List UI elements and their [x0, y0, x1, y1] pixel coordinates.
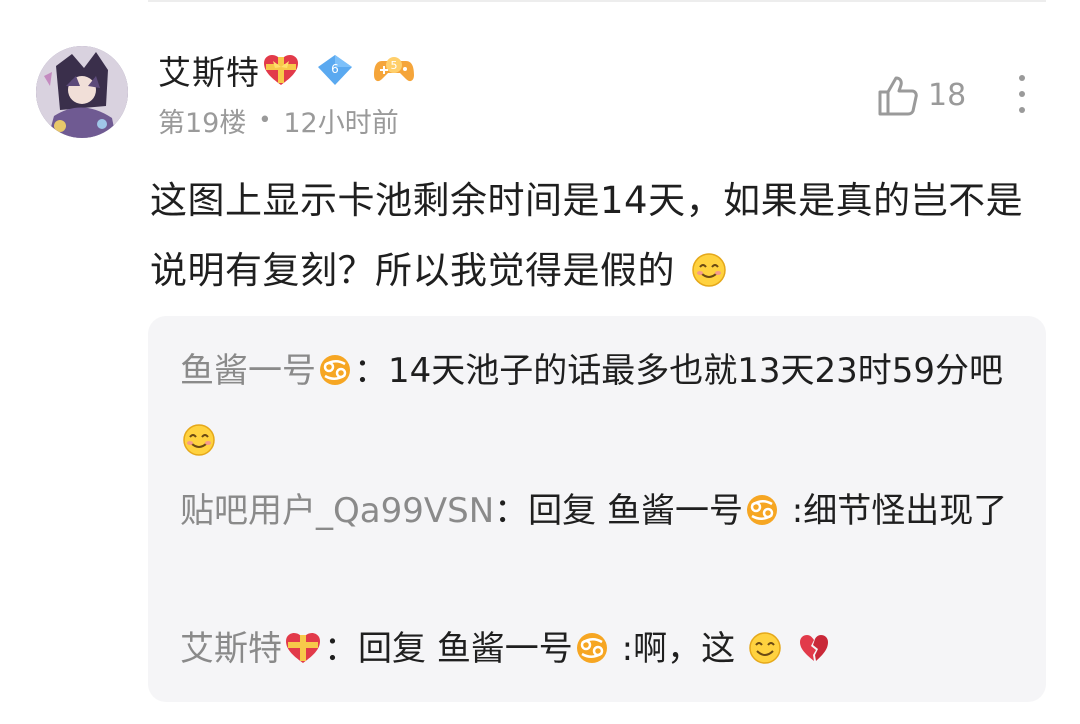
heart-bow-icon — [262, 53, 300, 87]
floor-label: 第19楼 — [158, 108, 247, 139]
reply-target[interactable]: 鱼酱一号 — [437, 629, 573, 669]
reply-prefix: 回复 — [528, 491, 607, 531]
more-vertical-icon — [1019, 75, 1025, 113]
more-options-button[interactable] — [1008, 72, 1036, 116]
thumb-up-icon — [878, 76, 918, 116]
time-ago: 12小时前 — [283, 108, 399, 139]
reply-author[interactable]: 贴吧用户_Qa99VSN — [180, 491, 494, 531]
post-content: 这图上显示卡池剩余时间是14天，如果是真的岂不是说明有复刻？所以我觉得是假的 — [150, 166, 1050, 306]
reply-prefix: 回复 — [358, 629, 437, 669]
avatar-illustration — [36, 46, 128, 138]
smile-emoji-icon — [749, 632, 781, 664]
reply-text: :啊，这 — [610, 629, 736, 669]
smile-emoji-icon — [183, 424, 215, 456]
cancer-zodiac-icon — [320, 355, 350, 385]
svg-text:5: 5 — [391, 59, 398, 72]
smile-emoji-icon — [692, 253, 727, 287]
like-count: 18 — [928, 77, 967, 113]
reply-target[interactable]: 鱼酱一号 — [607, 491, 743, 531]
reply-colon: ： — [354, 351, 388, 391]
reply-author[interactable]: 艾斯特 — [180, 629, 282, 669]
level-diamond-icon: 6 — [314, 53, 356, 87]
cancer-zodiac-icon — [746, 495, 777, 525]
reply-colon: ： — [324, 629, 358, 669]
reply-text: 14天池子的话最多也就13天23时59分吧 — [388, 351, 1004, 391]
divider-line — [148, 0, 1046, 2]
cancer-zodiac-icon — [576, 633, 607, 663]
like-button[interactable]: 18 — [874, 72, 966, 118]
heart-bow-icon — [286, 633, 320, 663]
reply-colon: ： — [494, 491, 529, 531]
broken-heart-icon — [799, 635, 828, 661]
reply-author[interactable]: 鱼酱一号 — [180, 351, 316, 391]
post-text: 这图上显示卡池剩余时间是14天，如果是真的岂不是说明有复刻？所以我觉得是假的 — [150, 179, 1024, 292]
reply-list: 鱼酱一号 ：14天池子的话最多也就13天23时59分吧 贴吧用户_Qa99VSN… — [148, 316, 1046, 702]
reply-text: :细节怪出现了 — [780, 491, 1008, 531]
meta-separator: • — [258, 108, 272, 133]
avatar[interactable] — [36, 46, 128, 138]
reply-item[interactable]: 贴吧用户_Qa99VSN：回复 鱼酱一号 :细节怪出现了 — [180, 476, 1010, 546]
reply-item[interactable]: 艾斯特 ：回复 鱼酱一号 :啊，这 — [180, 614, 1010, 684]
reply-item[interactable]: 鱼酱一号 ：14天池子的话最多也就13天23时59分吧 — [180, 336, 1010, 476]
game-controller-icon: 5 — [372, 53, 416, 87]
username[interactable]: 艾斯特 — [158, 46, 260, 94]
post-meta: 第19楼 • 12小时前 — [158, 101, 399, 140]
level-number: 6 — [331, 62, 339, 76]
